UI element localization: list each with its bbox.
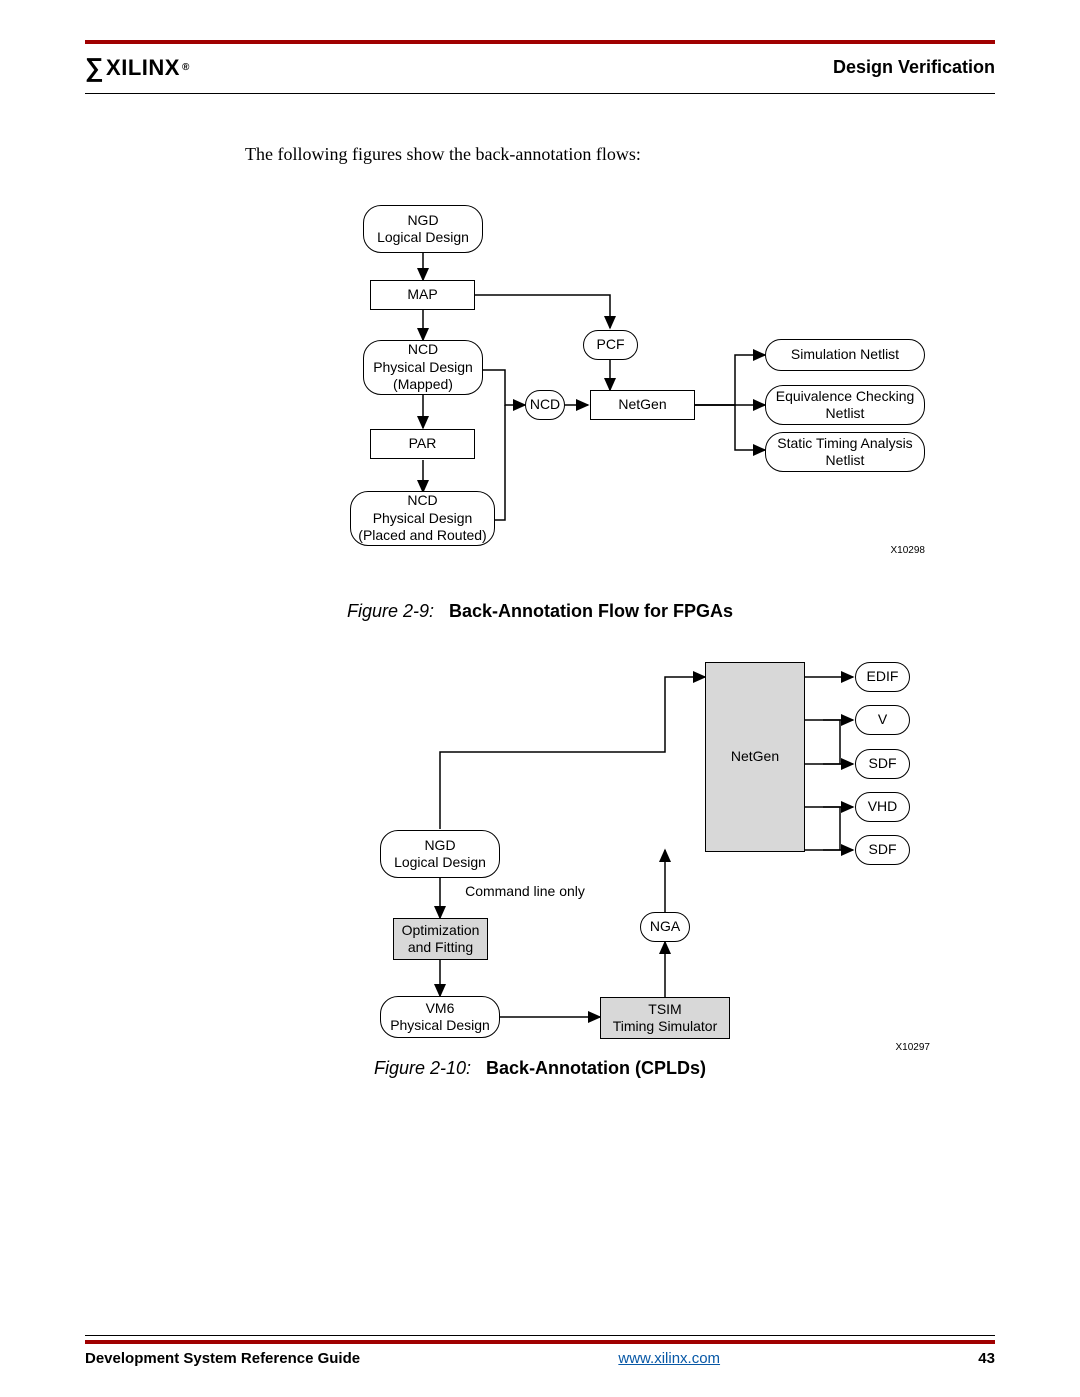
node-map: MAP: [370, 280, 475, 310]
node-pcf: PCF: [583, 330, 638, 360]
diagram-id-2: X10297: [896, 1042, 930, 1053]
registered-icon: ®: [182, 62, 190, 73]
node-opt-fit: Optimization and Fitting: [393, 918, 488, 960]
footer: Development System Reference Guide www.x…: [85, 1335, 995, 1367]
node-sta-netlist: Static Timing Analysis Netlist: [765, 432, 925, 472]
page-number: 43: [978, 1350, 995, 1367]
intro-text: The following figures show the back-anno…: [245, 144, 995, 165]
node-sdf-2: SDF: [855, 835, 910, 865]
node-tsim: TSIM Timing Simulator: [600, 997, 730, 1039]
node-edif: EDIF: [855, 662, 910, 692]
diagram-id-1: X10298: [891, 545, 925, 556]
node-par: PAR: [370, 429, 475, 459]
node-sim-netlist: Simulation Netlist: [765, 339, 925, 371]
figure-caption-2: Figure 2-10: Back-Annotation (CPLDs): [85, 1058, 995, 1079]
node-ncd-placed: NCD Physical Design (Placed and Routed): [350, 491, 495, 546]
label-cmdline: Command line only: [455, 882, 595, 902]
node-sdf-1: SDF: [855, 749, 910, 779]
xilinx-logo: ∑ XILINX ®: [85, 52, 190, 83]
node-ngd-2: NGD Logical Design: [380, 830, 500, 878]
node-vm6: VM6 Physical Design: [380, 996, 500, 1038]
footer-doc-title: Development System Reference Guide: [85, 1350, 360, 1367]
section-title: Design Verification: [833, 57, 995, 78]
node-equiv-netlist: Equivalence Checking Netlist: [765, 385, 925, 425]
node-nga: NGA: [640, 912, 690, 942]
logo-icon: ∑: [85, 52, 104, 83]
node-ncd-small: NCD: [525, 390, 565, 420]
header: ∑ XILINX ® Design Verification: [85, 44, 995, 93]
figure-fpga-flow: NGD Logical Design MAP NCD Physical Desi…: [255, 205, 1025, 595]
figure-cpld-flow: NGD Logical Design Command line only Opt…: [265, 652, 1035, 1052]
node-v: V: [855, 705, 910, 735]
node-netgen-2: NetGen: [705, 662, 805, 852]
node-netgen-1: NetGen: [590, 390, 695, 420]
node-vhd: VHD: [855, 792, 910, 822]
figure-caption-1: Figure 2-9: Back-Annotation Flow for FPG…: [85, 601, 995, 622]
logo-text: XILINX: [106, 55, 180, 81]
node-ngd: NGD Logical Design: [363, 205, 483, 253]
header-underline: [85, 93, 995, 94]
node-ncd-mapped: NCD Physical Design (Mapped): [363, 340, 483, 395]
footer-url[interactable]: www.xilinx.com: [618, 1350, 720, 1367]
